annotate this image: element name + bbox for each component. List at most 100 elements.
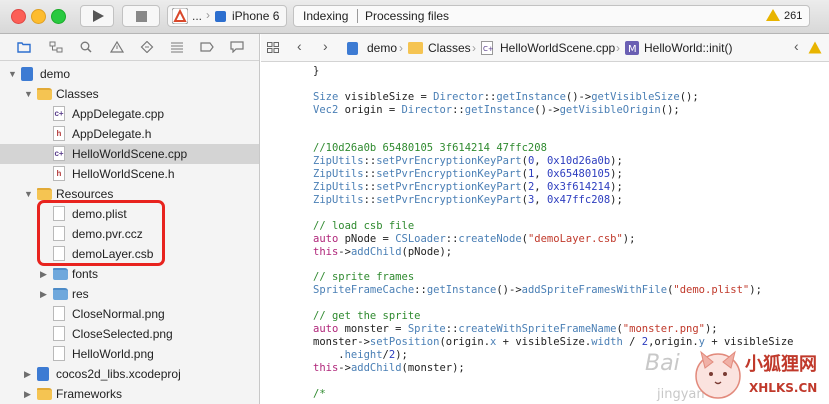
tree-row[interactable]: CloseNormal.png (0, 304, 259, 324)
code-line: ZipUtils::setPvrEncryptionKeyPart(2, 0x3… (313, 181, 623, 194)
minimize-window-icon[interactable] (31, 9, 46, 24)
watermark-baidu: Bai (645, 351, 680, 376)
folder-icon (37, 388, 52, 400)
jump-bar: ‹ › demo › Classes › C+ HelloWorldScene.… (261, 34, 829, 62)
breakpoint-icon[interactable] (200, 41, 214, 53)
test-icon[interactable] (140, 41, 154, 53)
previous-issue-icon[interactable]: ‹ (794, 38, 799, 54)
device-icon (215, 11, 226, 22)
code-line: Vec2 origin = Director::getInstance()->g… (313, 103, 680, 116)
scheme-destination: iPhone 6 (232, 9, 280, 23)
disclosure-closed-icon[interactable]: ▶ (24, 384, 34, 404)
tree-row-label: demo (40, 67, 71, 81)
header-file-icon: h (53, 126, 65, 141)
watermark-jingyan: jingyan (656, 387, 705, 402)
tree-row-label: fonts (72, 267, 99, 281)
search-icon[interactable] (79, 41, 93, 53)
chevron-right-icon: › (616, 41, 620, 55)
issue-warning-icon[interactable] (808, 41, 822, 54)
code-line: auto pNode = CSLoader::createNode("demoL… (313, 232, 636, 245)
tree-row-label: HelloWorldScene.cpp (72, 147, 188, 161)
jump-item-symbol[interactable]: HelloWorld::init() (644, 41, 732, 55)
close-window-icon[interactable] (11, 9, 26, 24)
chevron-right-icon: › (472, 41, 476, 55)
project-icon (21, 67, 33, 81)
svg-text:M: M (628, 44, 637, 55)
tree-row-label: HelloWorld.png (72, 347, 154, 361)
tree-row[interactable]: ▶ cocos2d_libs.xcodeproj (0, 364, 259, 384)
jump-item-folder[interactable]: Classes (428, 41, 471, 55)
chevron-right-icon: › (399, 41, 403, 55)
tree-row[interactable]: c+ AppDelegate.cpp (0, 104, 259, 124)
window-toolbar: ... › iPhone 6 Indexing Processing files… (0, 0, 829, 34)
activity-status-bar: Indexing Processing files 261 (293, 5, 810, 27)
tree-row-label: cocos2d_libs.xcodeproj (56, 367, 181, 381)
tree-row[interactable]: CloseSelected.png (0, 324, 259, 344)
report-icon[interactable] (230, 41, 244, 53)
back-arrow-icon[interactable]: ‹ (297, 38, 302, 54)
tree-row[interactable]: ▶ Frameworks (0, 384, 259, 404)
disclosure-open-icon[interactable]: ▼ (8, 64, 18, 84)
code-line: // get the sprite (313, 310, 421, 323)
tree-row[interactable]: ▶ res (0, 284, 259, 304)
code-line: Size visibleSize = Director::getInstance… (313, 90, 699, 103)
code-line: /* (313, 387, 326, 400)
forward-arrow-icon[interactable]: › (323, 38, 328, 54)
play-icon (93, 10, 104, 22)
status-divider (357, 9, 358, 23)
tree-row[interactable]: h HelloWorldScene.h (0, 164, 259, 184)
disclosure-closed-icon[interactable]: ▶ (40, 264, 50, 284)
jump-item-file[interactable]: HelloWorldScene.cpp (500, 41, 615, 55)
folder-icon (408, 42, 423, 54)
tree-row[interactable]: ▼ Classes (0, 84, 259, 104)
disclosure-open-icon[interactable]: ▼ (24, 184, 34, 204)
code-line: // sprite frames (313, 271, 415, 284)
document-file-icon (53, 306, 65, 321)
cpp-file-icon: c+ (53, 146, 65, 161)
tree-row[interactable]: HelloWorld.png (0, 344, 259, 364)
tree-row[interactable]: ▶ fonts (0, 264, 259, 284)
chevron-right-icon: › (206, 8, 210, 22)
tree-row[interactable]: ▼ demo (0, 64, 259, 84)
method-icon: M (625, 41, 639, 55)
project-navigator: ▼ demo ▼ Classes c+ AppDelegate.cpp h AppDelega… (0, 34, 260, 404)
code-line: this->addChild(monster); (313, 361, 465, 374)
folder-icon (37, 88, 52, 100)
folder-nav-icon[interactable] (17, 41, 31, 53)
code-line: // load csb file (313, 219, 415, 232)
stop-button[interactable] (122, 5, 160, 27)
code-line: ZipUtils::setPvrEncryptionKeyPart(1, 0x6… (313, 168, 623, 181)
annotation-highlight-box (37, 200, 165, 266)
tree-row[interactable]: h AppDelegate.h (0, 124, 259, 144)
cpp-file-icon: C+ (481, 41, 493, 55)
tree-row[interactable]: c+ HelloWorldScene.cpp (0, 144, 259, 164)
status-indexing: Indexing (303, 9, 349, 23)
code-line: //10d26a0b 65480105 3f614214 47ffc208 (313, 142, 547, 155)
disclosure-open-icon[interactable]: ▼ (24, 84, 34, 104)
status-processing: Processing files (365, 9, 450, 23)
tree-row-label: res (72, 287, 89, 301)
zoom-window-icon[interactable] (51, 9, 66, 24)
warning-nav-icon[interactable] (110, 41, 124, 53)
folder-reference-icon (53, 288, 68, 300)
watermark-main-text: 小狐狸网 (745, 353, 817, 375)
scheme-selector[interactable]: ... › iPhone 6 (167, 5, 287, 27)
run-button[interactable] (80, 5, 114, 27)
hierarchy-icon[interactable] (49, 41, 63, 53)
disclosure-closed-icon[interactable]: ▶ (40, 284, 50, 304)
folder-reference-icon (53, 268, 68, 280)
warning-count[interactable]: 261 (784, 10, 802, 22)
tree-row-label: Frameworks (56, 387, 123, 401)
warning-icon[interactable] (766, 9, 780, 21)
related-items-icon[interactable] (267, 42, 279, 53)
tree-row-label: CloseSelected.png (72, 327, 173, 341)
debug-icon[interactable] (170, 41, 184, 53)
folder-icon (37, 188, 52, 200)
code-line: SpriteFrameCache::getInstance()->addSpri… (313, 284, 762, 297)
watermark-logo: Bai jingyan 小狐狸网 XHLKS.CN (645, 350, 817, 402)
app-target-icon (172, 8, 188, 24)
disclosure-closed-icon[interactable]: ▶ (24, 364, 34, 384)
jump-item-project[interactable]: demo (367, 41, 397, 55)
code-line: ZipUtils::setPvrEncryptionKeyPart(3, 0x4… (313, 194, 623, 206)
tree-row-label: AppDelegate.cpp (72, 107, 165, 121)
